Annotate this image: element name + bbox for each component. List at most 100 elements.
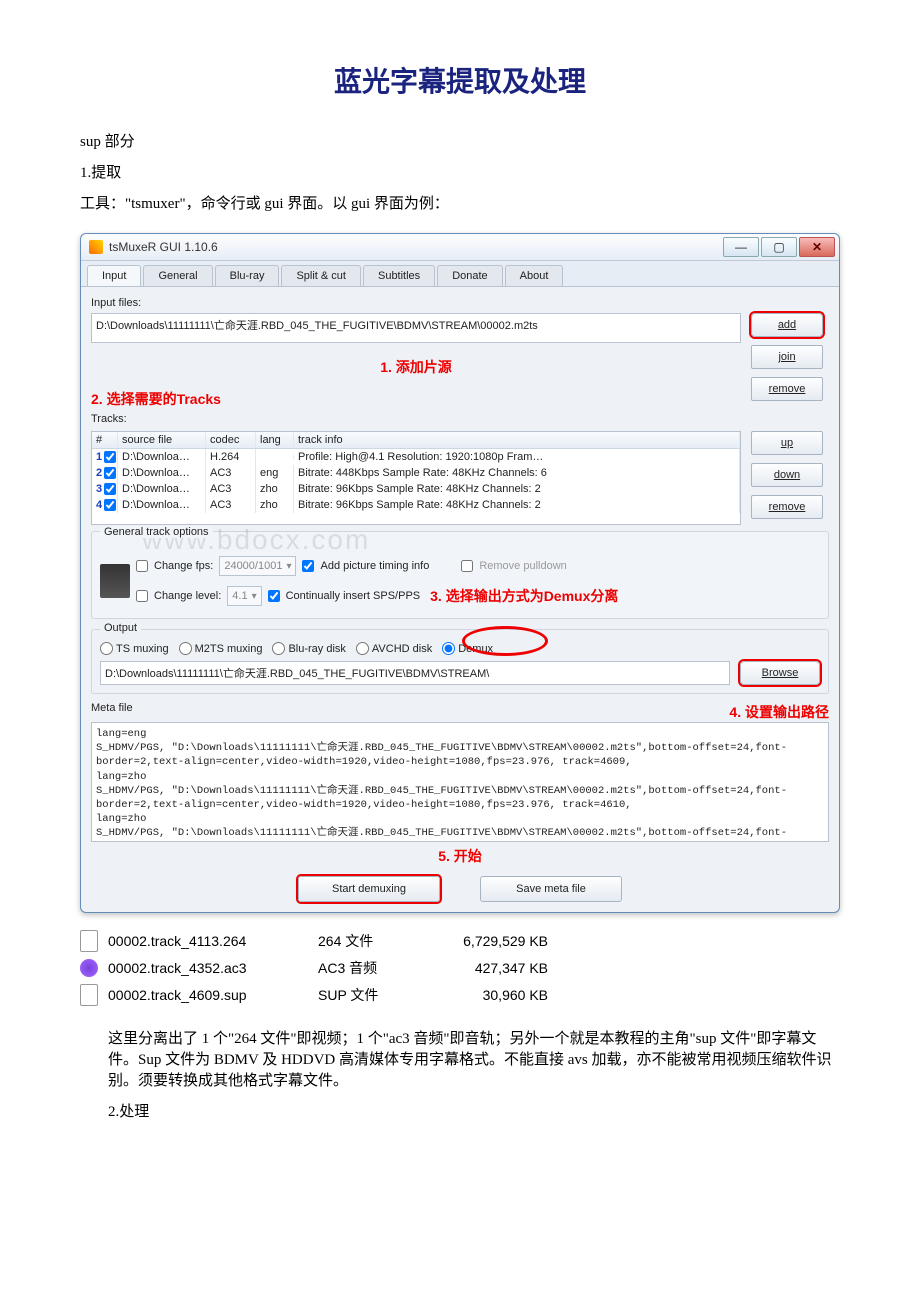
- output-label: Output: [100, 622, 141, 634]
- track-num: 1: [96, 451, 102, 463]
- tab-donate[interactable]: Donate: [437, 265, 502, 286]
- track-checkbox[interactable]: [104, 467, 116, 479]
- save-meta-button[interactable]: Save meta file: [480, 876, 622, 902]
- file-size: 30,960 KB: [428, 987, 548, 1003]
- radio-ts[interactable]: TS muxing: [100, 642, 169, 655]
- add-button[interactable]: add: [751, 313, 823, 337]
- track-info: Bitrate: 448Kbps Sample Rate: 48KHz Chan…: [294, 465, 740, 481]
- meta-line: S_HDMV/PGS, "D:\Downloads\11111111\亡命天涯.…: [96, 784, 824, 812]
- meta-file-group: Meta file 4. 设置输出路径 lang=eng S_HDMV/PGS,…: [91, 702, 829, 866]
- radio-bd[interactable]: Blu-ray disk: [272, 642, 345, 655]
- track-lang: eng: [256, 465, 294, 481]
- track-src: D:\Downloa…: [118, 465, 206, 481]
- level-dropdown[interactable]: 4.1 ▾: [227, 586, 261, 606]
- change-level-checkbox[interactable]: [136, 590, 148, 602]
- up-button[interactable]: up: [751, 431, 823, 455]
- track-num: 4: [96, 499, 102, 511]
- close-button[interactable]: ✕: [799, 237, 835, 257]
- track-row[interactable]: 4 D:\Downloa… AC3 zho Bitrate: 96Kbps Sa…: [92, 497, 740, 513]
- step-2: 2.处理: [80, 1100, 840, 1121]
- app-icon: [89, 240, 103, 254]
- titlebar: tsMuxeR GUI 1.10.6 — ▢ ✕: [81, 234, 839, 261]
- file-name: 00002.track_4113.264: [108, 933, 318, 949]
- track-info: Bitrate: 96Kbps Sample Rate: 48KHz Chann…: [294, 481, 740, 497]
- add-pict-label: Add picture timing info: [320, 560, 429, 572]
- meta-label: Meta file: [91, 702, 133, 722]
- tab-about[interactable]: About: [505, 265, 564, 286]
- file-name: 00002.track_4352.ac3: [108, 960, 318, 976]
- input-files-label: Input files:: [91, 297, 829, 309]
- level-value: 4.1: [232, 590, 247, 602]
- track-row[interactable]: 3 D:\Downloa… AC3 zho Bitrate: 96Kbps Sa…: [92, 481, 740, 497]
- track-src: D:\Downloa…: [118, 449, 206, 465]
- annotation-4: 4. 设置输出路径: [729, 702, 829, 722]
- remove-pulldown-checkbox[interactable]: [461, 560, 473, 572]
- radio-m2ts-label: M2TS muxing: [195, 643, 263, 655]
- tracks-label: Tracks:: [91, 413, 829, 425]
- tab-bluray[interactable]: Blu-ray: [215, 265, 280, 286]
- meta-line: lang=eng: [96, 727, 824, 741]
- track-checkbox[interactable]: [104, 483, 116, 495]
- minimize-button[interactable]: —: [723, 237, 759, 257]
- annotation-3: 3. 选择输出方式为Demux分离: [430, 586, 618, 606]
- radio-avchd[interactable]: AVCHD disk: [356, 642, 432, 655]
- file-row[interactable]: 00002.track_4609.sup SUP 文件 30,960 KB: [80, 981, 840, 1009]
- meta-line: S_HDMV/PGS, "D:\Downloads\11111111\亡命天涯.…: [96, 826, 824, 842]
- input-files-list[interactable]: D:\Downloads\11111111\亡命天涯.RBD_045_THE_F…: [91, 313, 741, 343]
- meta-textarea[interactable]: lang=eng S_HDMV/PGS, "D:\Downloads\11111…: [91, 722, 829, 842]
- track-codec: AC3: [206, 497, 256, 513]
- tracks-header: # source file codec lang track info: [92, 432, 740, 449]
- track-src: D:\Downloa…: [118, 481, 206, 497]
- file-row[interactable]: 00002.track_4352.ac3 AC3 音频 427,347 KB: [80, 955, 840, 981]
- gto-title: General track options: [100, 526, 213, 538]
- radio-avchd-label: AVCHD disk: [372, 643, 432, 655]
- remove-track-button[interactable]: remove: [751, 495, 823, 519]
- start-demuxing-button[interactable]: Start demuxing: [298, 876, 440, 902]
- tab-input[interactable]: Input: [87, 265, 141, 286]
- annotation-2: 2. 选择需要的Tracks: [91, 391, 221, 407]
- file-size: 427,347 KB: [428, 960, 548, 976]
- add-pict-checkbox[interactable]: [302, 560, 314, 572]
- radio-demux[interactable]: Demux: [442, 642, 493, 655]
- track-codec: AC3: [206, 465, 256, 481]
- track-src: D:\Downloa…: [118, 497, 206, 513]
- remove-button[interactable]: remove: [751, 377, 823, 401]
- cont-insert-checkbox[interactable]: [268, 590, 280, 602]
- track-checkbox[interactable]: [104, 451, 116, 463]
- para-after: 这里分离出了 1 个"264 文件"即视频；1 个"ac3 音频"即音轨；另外一…: [80, 1027, 840, 1090]
- file-row[interactable]: 00002.track_4113.264 264 文件 6,729,529 KB: [80, 927, 840, 955]
- down-button[interactable]: down: [751, 463, 823, 487]
- track-num: 2: [96, 467, 102, 479]
- browse-button[interactable]: Browse: [740, 661, 820, 685]
- tracks-table[interactable]: # source file codec lang track info 1 D:…: [91, 431, 741, 525]
- output-path-input[interactable]: D:\Downloads\11111111\亡命天涯.RBD_045_THE_F…: [100, 661, 730, 685]
- fps-value: 24000/1001: [224, 560, 282, 572]
- col-num: #: [92, 432, 118, 448]
- meta-line: lang=zho: [96, 770, 824, 784]
- file-size: 6,729,529 KB: [428, 933, 548, 949]
- tool-line: 工具："tsmuxer"，命令行或 gui 界面。以 gui 界面为例：: [80, 192, 840, 213]
- change-fps-checkbox[interactable]: [136, 560, 148, 572]
- col-codec: codec: [206, 432, 256, 448]
- tab-split[interactable]: Split & cut: [281, 265, 361, 286]
- chevron-down-icon: ▾: [252, 591, 257, 602]
- track-lang: zho: [256, 497, 294, 513]
- doc-title: 蓝光字幕提取及处理: [80, 60, 840, 100]
- tab-subtitles[interactable]: Subtitles: [363, 265, 435, 286]
- tab-general[interactable]: General: [143, 265, 212, 286]
- cont-insert-label: Continually insert SPS/PPS: [286, 590, 421, 602]
- track-checkbox[interactable]: [104, 499, 116, 511]
- radio-ts-label: TS muxing: [116, 643, 169, 655]
- track-row[interactable]: 2 D:\Downloa… AC3 eng Bitrate: 448Kbps S…: [92, 465, 740, 481]
- track-row[interactable]: 1 D:\Downloa… H.264 Profile: High@4.1 Re…: [92, 449, 740, 465]
- maximize-button[interactable]: ▢: [761, 237, 797, 257]
- fps-dropdown[interactable]: 24000/1001▾: [219, 556, 296, 576]
- tsmuxer-window: tsMuxeR GUI 1.10.6 — ▢ ✕ Input General B…: [80, 233, 840, 913]
- radio-demux-label: Demux: [458, 643, 493, 655]
- radio-bd-label: Blu-ray disk: [288, 643, 345, 655]
- file-type: AC3 音频: [318, 958, 428, 978]
- radio-m2ts[interactable]: M2TS muxing: [179, 642, 263, 655]
- file-type: 264 文件: [318, 931, 428, 951]
- join-button[interactable]: join: [751, 345, 823, 369]
- track-info: Bitrate: 96Kbps Sample Rate: 48KHz Chann…: [294, 497, 740, 513]
